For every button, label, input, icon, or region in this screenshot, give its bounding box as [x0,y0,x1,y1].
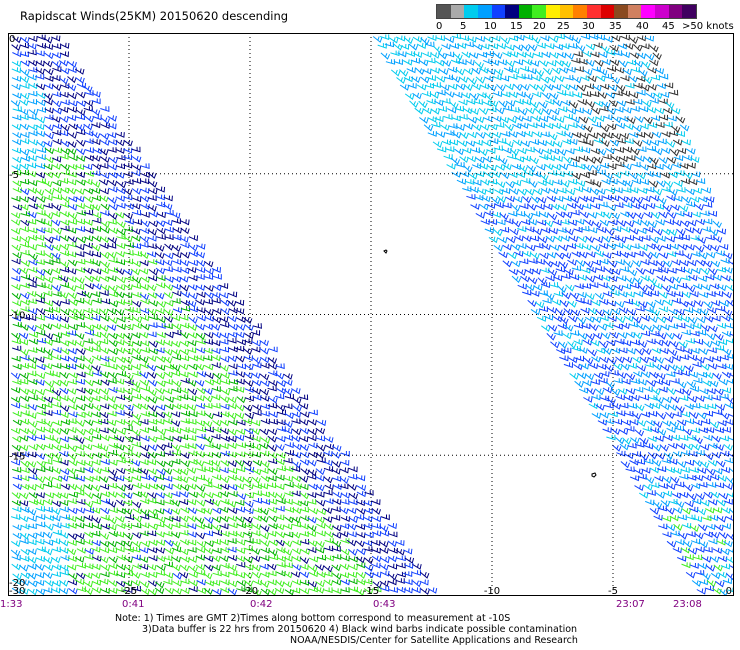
footer-line-3: NOAA/NESDIS/Center for Satellite Applica… [290,635,578,646]
y-tick-label: -10 [9,311,25,322]
legend-swatch [518,5,533,18]
legend-swatch [627,5,642,18]
legend-swatch [668,5,683,18]
map-title: Rapidscat Winds(25KM) 20150620 descendin… [20,9,289,23]
legend-label: 30 [582,21,595,32]
legend-label: 10 [484,21,497,32]
time-label: 0:41 [122,599,145,610]
wind-map-canvas[interactable]: -30 -25 -20 -15 -10 -5 00-5-10-15-20 [8,33,734,596]
y-tick-label: -20 [9,578,25,589]
x-tick-label: -25 [121,586,137,596]
legend-label: 20 [533,21,546,32]
legend-swatch [586,5,601,18]
wind-speed-legend: 0 5 10 15 20 25 30 35 40 45 >50 knots [436,4,736,34]
legend-swatch [477,5,492,18]
time-label: 1:33 [0,599,23,610]
legend-label: 15 [510,21,523,32]
x-tick-label: -15 [363,586,379,596]
wind-map[interactable]: -30 -25 -20 -15 -10 -5 0 0 -5 -10 -15 -20 [8,33,734,596]
legend-swatch [491,5,506,18]
legend-swatch [437,5,451,18]
legend-label: 25 [557,21,570,32]
x-tick-label: 0 [726,586,732,596]
time-label: 23:08 [673,599,702,610]
legend-label: 5 [460,21,467,32]
footer-line-1: Note: 1) Times are GMT 2)Times along bot… [115,613,511,624]
legend-color-bar [436,4,697,19]
legend-label: >50 knots [682,21,734,32]
legend-swatch [614,5,628,18]
footer-line-2: 3)Data buffer is 22 hrs from 20150620 4)… [142,624,578,635]
legend-swatch [641,5,655,18]
legend-swatch [682,5,696,18]
x-tick-label: -10 [484,586,500,596]
legend-label: 35 [609,21,622,32]
footer-notes: Note: 1) Times are GMT 2)Times along bot… [100,613,700,646]
y-tick-label: 0 [9,34,15,45]
legend-swatch [546,5,560,18]
legend-label: 40 [636,21,649,32]
legend-swatch [655,5,669,18]
legend-swatch [505,5,519,18]
legend-label: 45 [662,21,675,32]
legend-swatch [532,5,546,18]
legend-swatch [450,5,465,18]
legend-swatch [600,5,615,18]
x-tick-label: -20 [242,586,258,596]
y-tick-label: -15 [9,451,25,462]
legend-swatch [464,5,478,18]
time-label: 23:07 [616,599,645,610]
y-tick-label: -5 [9,170,19,181]
legend-swatch [559,5,574,18]
x-tick-label: -5 [608,586,618,596]
legend-label: 0 [436,21,443,32]
legend-swatch [573,5,587,18]
time-label: 0:42 [250,599,273,610]
time-label: 0:43 [373,599,396,610]
